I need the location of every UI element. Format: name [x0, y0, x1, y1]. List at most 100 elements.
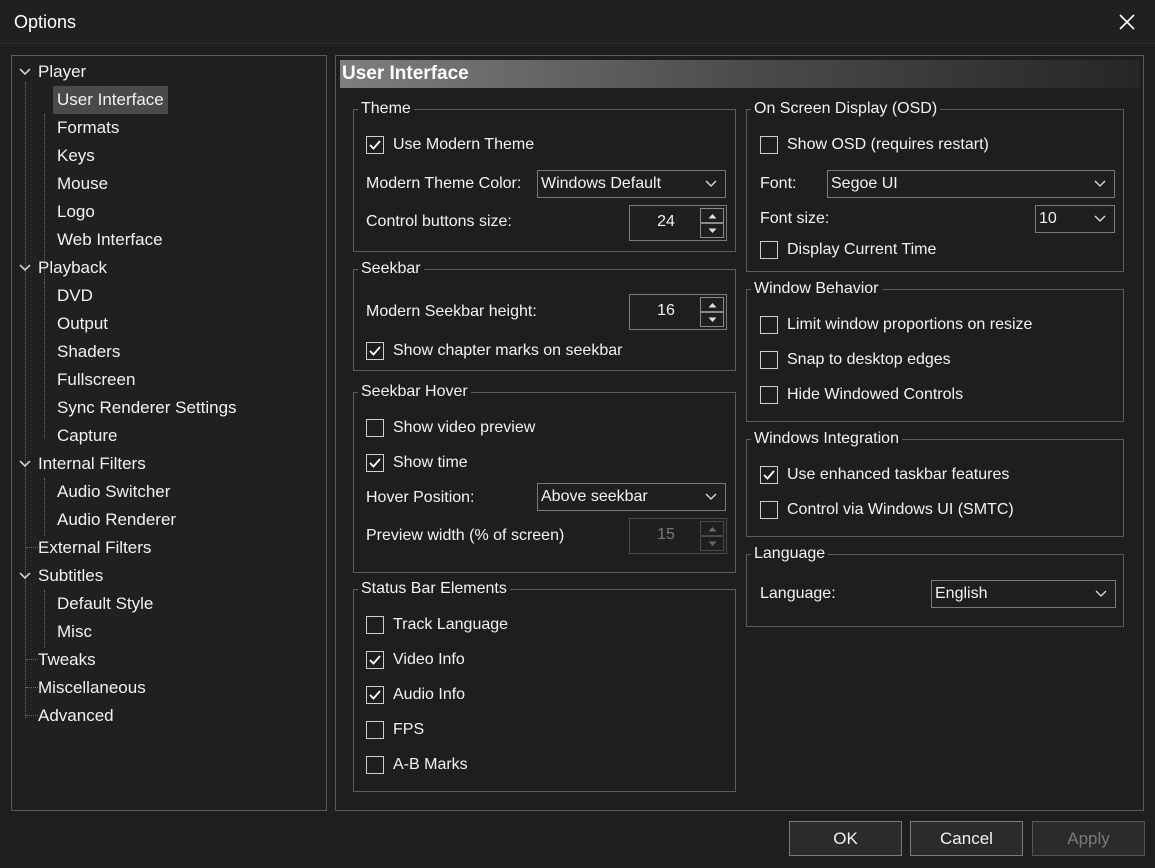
tree-item-tweaks[interactable]: Tweaks	[34, 646, 100, 674]
page-header: User Interface	[340, 60, 1140, 88]
increment-button[interactable]	[700, 297, 724, 312]
limit-proportions-checkbox[interactable]	[760, 316, 778, 334]
buttons-size-label: Control buttons size:	[366, 213, 512, 230]
seekbar-hover-group: Seekbar Hover Show video preview Show ti…	[353, 382, 736, 573]
tree-item-dvd[interactable]: DVD	[53, 282, 97, 310]
use-modern-theme-label: Use Modern Theme	[393, 136, 535, 153]
seekbar-height-stepper[interactable]: 16	[629, 294, 727, 330]
show-time-checkbox[interactable]	[366, 454, 384, 472]
enhanced-taskbar-checkbox[interactable]	[760, 466, 778, 484]
tree-item-keys[interactable]: Keys	[53, 142, 99, 170]
chevron-down-icon[interactable]	[19, 66, 31, 78]
tree-item-sync-renderer[interactable]: Sync Renderer Settings	[53, 394, 241, 422]
status-bar-group: Status Bar Elements Track Language Video…	[353, 579, 736, 792]
tree-item-mouse[interactable]: Mouse	[53, 170, 112, 198]
dropdown-value: Windows Default	[541, 175, 662, 192]
tree-item-audio-switcher[interactable]: Audio Switcher	[53, 478, 174, 506]
current-time-checkbox[interactable]	[760, 241, 778, 259]
close-icon	[1119, 14, 1135, 30]
chapter-marks-checkbox[interactable]	[366, 342, 384, 360]
stepper-buttons	[700, 208, 724, 238]
tree-item-external-filters[interactable]: External Filters	[34, 534, 155, 562]
osd-font-label: Font:	[760, 175, 797, 192]
osd-font-size-label: Font size:	[760, 210, 830, 227]
tree-item-internal-filters[interactable]: Internal Filters	[34, 450, 150, 478]
buttons-size-stepper[interactable]: 24	[629, 205, 727, 241]
smtc-checkbox[interactable]	[760, 501, 778, 519]
windows-integration-group: Windows Integration Use enhanced taskbar…	[746, 429, 1124, 537]
tree-item-misc[interactable]: Misc	[53, 618, 96, 646]
chevron-down-icon[interactable]	[19, 262, 31, 274]
increment-button[interactable]	[700, 208, 724, 223]
tree-item-playback[interactable]: Playback	[34, 254, 111, 282]
osd-font-size-dropdown[interactable]: 10	[1035, 205, 1115, 233]
tree-item-fullscreen[interactable]: Fullscreen	[53, 366, 139, 394]
tree-item-formats[interactable]: Formats	[53, 114, 123, 142]
language-dropdown[interactable]: English	[931, 580, 1116, 608]
show-time-label: Show time	[393, 454, 468, 471]
chevron-down-icon[interactable]	[19, 458, 31, 470]
hover-position-label: Hover Position:	[366, 489, 475, 506]
osd-group: On Screen Display (OSD) Show OSD (requir…	[746, 99, 1124, 272]
tree-item-subtitles[interactable]: Subtitles	[34, 562, 107, 590]
settings-page: User Interface Theme Use Modern Theme Mo…	[335, 55, 1144, 811]
tree-guide	[44, 282, 45, 438]
preview-width-stepper[interactable]: 15	[629, 518, 727, 554]
tree-item-audio-renderer[interactable]: Audio Renderer	[53, 506, 180, 534]
increment-button[interactable]	[700, 521, 724, 536]
chevron-down-icon	[705, 180, 717, 187]
preview-width-label: Preview width (% of screen)	[366, 527, 565, 544]
chevron-up-icon	[708, 526, 716, 531]
hide-controls-checkbox[interactable]	[760, 386, 778, 404]
checkmark-icon	[369, 690, 381, 700]
group-title: Seekbar Hover	[358, 382, 471, 402]
current-time-label: Display Current Time	[787, 241, 937, 258]
tree-item-default-style[interactable]: Default Style	[53, 590, 157, 618]
tree-item-player[interactable]: Player	[34, 58, 90, 86]
apply-button[interactable]: Apply	[1032, 821, 1145, 856]
snap-edges-label: Snap to desktop edges	[787, 351, 951, 368]
dropdown-value: Above seekbar	[541, 488, 648, 505]
video-preview-checkbox[interactable]	[366, 419, 384, 437]
show-osd-label: Show OSD (requires restart)	[787, 136, 989, 153]
checkmark-icon	[369, 346, 381, 356]
tree-item-advanced[interactable]: Advanced	[34, 702, 118, 730]
chevron-down-icon	[1095, 590, 1107, 597]
theme-color-dropdown[interactable]: Windows Default	[537, 170, 726, 198]
chevron-down-icon	[705, 493, 717, 500]
snap-edges-checkbox[interactable]	[760, 351, 778, 369]
decrement-button[interactable]	[700, 312, 724, 327]
hover-position-dropdown[interactable]: Above seekbar	[537, 483, 726, 511]
tree-item-user-interface[interactable]: User Interface	[53, 86, 168, 114]
video-info-checkbox[interactable]	[366, 651, 384, 669]
chevron-down-icon[interactable]	[19, 570, 31, 582]
tree-item-shaders[interactable]: Shaders	[53, 338, 124, 366]
close-button[interactable]	[1099, 0, 1155, 44]
chevron-up-icon	[708, 302, 716, 307]
ok-button[interactable]: OK	[789, 821, 902, 856]
use-modern-theme-checkbox[interactable]	[366, 136, 384, 154]
track-language-checkbox[interactable]	[366, 616, 384, 634]
ab-marks-checkbox[interactable]	[366, 756, 384, 774]
checkmark-icon	[369, 140, 381, 150]
decrement-button[interactable]	[700, 223, 724, 238]
decrement-button[interactable]	[700, 536, 724, 551]
stepper-value: 24	[657, 213, 675, 230]
audio-info-checkbox[interactable]	[366, 686, 384, 704]
title-bar: Options	[0, 0, 1155, 44]
show-osd-checkbox[interactable]	[760, 136, 778, 154]
dropdown-value: English	[935, 585, 988, 602]
tree-guide	[44, 590, 45, 648]
dropdown-value: Segoe UI	[831, 175, 898, 192]
tree-item-logo[interactable]: Logo	[53, 198, 99, 226]
page-title: User Interface	[342, 63, 469, 84]
tree-item-miscellaneous[interactable]: Miscellaneous	[34, 674, 150, 702]
tree-item-capture[interactable]: Capture	[53, 422, 121, 450]
osd-font-dropdown[interactable]: Segoe UI	[827, 170, 1115, 198]
checkmark-icon	[763, 470, 775, 480]
tree-item-web-interface[interactable]: Web Interface	[53, 226, 167, 254]
fps-checkbox[interactable]	[366, 721, 384, 739]
tree-item-output[interactable]: Output	[53, 310, 112, 338]
chevron-down-icon	[1094, 180, 1106, 187]
cancel-button[interactable]: Cancel	[910, 821, 1023, 856]
